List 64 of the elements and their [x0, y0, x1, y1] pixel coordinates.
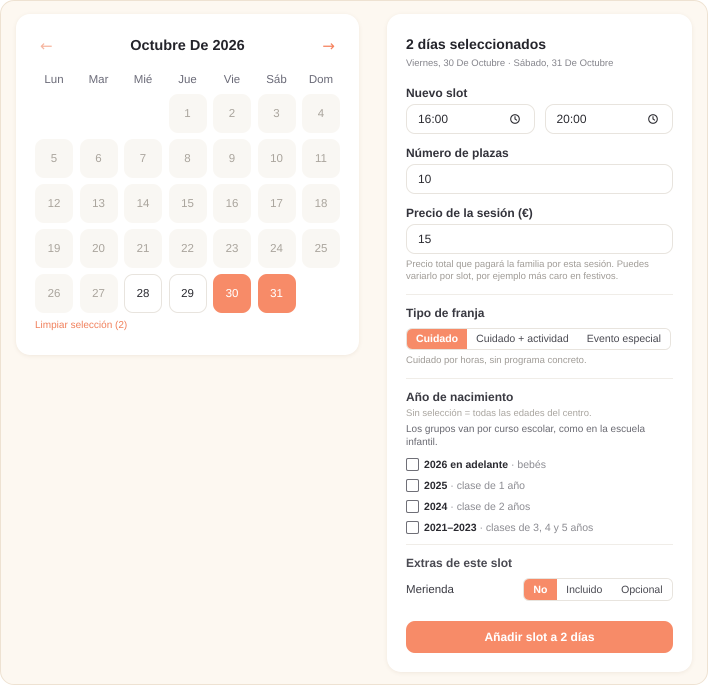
help-text: Precio total que pagará la familia por esta sesión. Puedes variarlo por slot, por ejemplo más caro en festivos. — [406, 259, 650, 283]
day-cell: 4 — [302, 94, 340, 133]
field-label: Precio de la sesión (€) — [406, 205, 534, 221]
day-cell: 20 — [80, 229, 118, 268]
section-label: Extras de este slot — [406, 555, 514, 571]
checkbox-label: 2024 · clase de 2 años — [424, 500, 530, 512]
input-field[interactable]: 15 — [406, 224, 673, 254]
day-cell: 8 — [168, 139, 206, 178]
section-label: Año de nacimiento — [406, 389, 514, 405]
weekday-label: Jue — [177, 73, 198, 88]
day-cell: 10 — [258, 139, 296, 178]
hint-text: Sin selección = todas las edades del centro. — [406, 407, 593, 420]
day-cell: 19 — [35, 229, 73, 268]
day-cell: 5 — [35, 139, 73, 178]
day-cell: 2 — [213, 94, 251, 133]
checkbox[interactable] — [406, 500, 419, 513]
clock-icon — [510, 114, 520, 124]
note-text: Los grupos van por curso escolar, como en la escuela infantil. — [406, 423, 646, 449]
day-cell: 14 — [124, 184, 162, 223]
day-cell: 13 — [80, 184, 118, 223]
checkbox[interactable] — [406, 458, 419, 471]
day-cell: 18 — [302, 184, 340, 223]
day-cell: 12 — [35, 184, 73, 223]
day-cell: 7 — [124, 139, 162, 178]
day-cell: 15 — [168, 184, 206, 223]
day-cell: 23 — [213, 229, 251, 268]
checkbox-label: 2025 · clase de 1 año — [424, 480, 525, 492]
day-cell: 21 — [124, 229, 162, 268]
day-cell: 17 — [258, 184, 296, 223]
day-cell: 27 — [80, 274, 118, 313]
time-field[interactable]: 16:00 — [406, 104, 534, 134]
day-cell: 26 — [35, 274, 73, 313]
weekday-label: Mié — [132, 73, 154, 88]
section-label: Tipo de franja — [406, 305, 486, 321]
day-cell: 24 — [258, 229, 296, 268]
weekday-label: Mar — [88, 73, 110, 88]
weekday-label: Dom — [308, 73, 334, 88]
day-cell: 22 — [168, 229, 206, 268]
day-cell[interactable]: 28 — [124, 274, 162, 313]
checkbox[interactable] — [406, 521, 419, 534]
weekday-label: Sáb — [265, 73, 288, 88]
selected-dates-text: Viernes, 30 De Octubre · Sábado, 31 De Octubre — [406, 57, 614, 71]
day-cell: 1 — [168, 94, 206, 133]
day-cell: 9 — [213, 139, 251, 178]
weekday-label: Vie — [222, 73, 242, 88]
time-field[interactable]: 20:00 — [544, 104, 673, 134]
month-title: Octubre De 2026 — [130, 38, 245, 54]
day-cell: 25 — [302, 229, 340, 268]
field-label: Número de plazas — [406, 145, 510, 161]
weekday-label: Lun — [43, 73, 65, 88]
checkbox[interactable] — [406, 479, 419, 492]
input-field[interactable]: 10 — [406, 164, 673, 194]
field-label: Merienda — [406, 584, 454, 596]
help-text: Cuidado por horas, sin programa concreto. — [406, 354, 588, 367]
checkbox-label: 2021–2023 · clases de 3, 4 y 5 años — [424, 522, 594, 534]
day-cell: 3 — [258, 94, 296, 133]
clock-icon — [648, 114, 658, 124]
day-cell: 6 — [80, 139, 118, 178]
panel-title: 2 días seleccionados — [406, 35, 548, 54]
day-cell: 11 — [302, 139, 340, 178]
field-label: Nuevo slot — [406, 85, 468, 101]
day-cell[interactable]: 29 — [168, 274, 206, 313]
day-cell: 16 — [213, 184, 251, 223]
checkbox-label: 2026 en adelante · bebés — [424, 458, 546, 470]
